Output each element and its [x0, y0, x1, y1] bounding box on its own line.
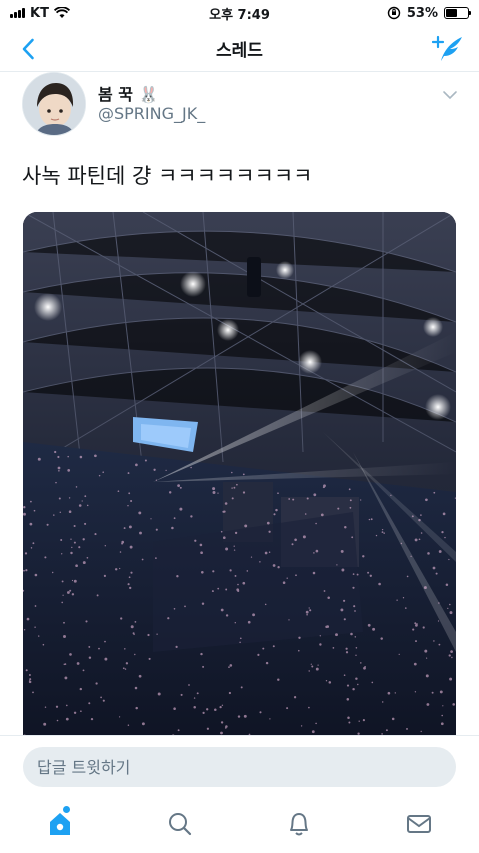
- tab-search[interactable]: [160, 808, 200, 840]
- reply-bar: [0, 735, 479, 793]
- page-title: 스레드: [216, 41, 263, 61]
- tweet-text: 사녹 파틴데 걍 ㅋㅋㅋㅋㅋㅋㅋㅋ: [22, 164, 313, 188]
- display-name[interactable]: 봄 꾹 🐰: [98, 81, 159, 105]
- avatar-image: [23, 73, 85, 135]
- battery-icon: [444, 7, 471, 19]
- signal-icon: [10, 8, 25, 18]
- tweet-menu-button[interactable]: [442, 86, 458, 100]
- carrier-label: KT: [30, 5, 49, 21]
- concert-photo: [23, 212, 456, 742]
- tab-notifications[interactable]: [279, 808, 319, 840]
- battery-percent: 53%: [406, 5, 438, 21]
- status-bar: KT 오후 7:49 53%: [0, 0, 479, 26]
- tab-bar: [0, 793, 479, 853]
- tweet-header: 봄 꾹 🐰 @SPRING_JK_: [22, 72, 462, 142]
- chevron-down-icon: [443, 91, 457, 100]
- status-right: 53%: [387, 5, 471, 21]
- notifications-icon: [290, 813, 309, 836]
- status-left: KT: [10, 6, 70, 21]
- home-notification-dot: [62, 806, 70, 813]
- compose-tweet-icon: [432, 35, 462, 61]
- tweet-media-image[interactable]: [23, 212, 456, 742]
- user-handle[interactable]: @SPRING_JK_: [98, 104, 205, 123]
- reply-input[interactable]: [23, 747, 456, 787]
- nav-bar: 스레드: [0, 26, 479, 72]
- battery-fill: [446, 9, 458, 17]
- chevron-left-icon: [22, 38, 34, 60]
- home-icon: [49, 813, 70, 835]
- tab-messages[interactable]: [399, 808, 439, 840]
- avatar[interactable]: [22, 72, 86, 136]
- wifi-icon: [53, 7, 70, 18]
- back-button[interactable]: [14, 34, 42, 64]
- clock: 오후 7:49: [209, 7, 270, 23]
- tab-home[interactable]: [40, 806, 80, 840]
- search-icon: [168, 813, 191, 836]
- messages-icon: [407, 815, 432, 833]
- compose-tweet-button[interactable]: [431, 33, 465, 65]
- orientation-lock-icon: [387, 6, 401, 20]
